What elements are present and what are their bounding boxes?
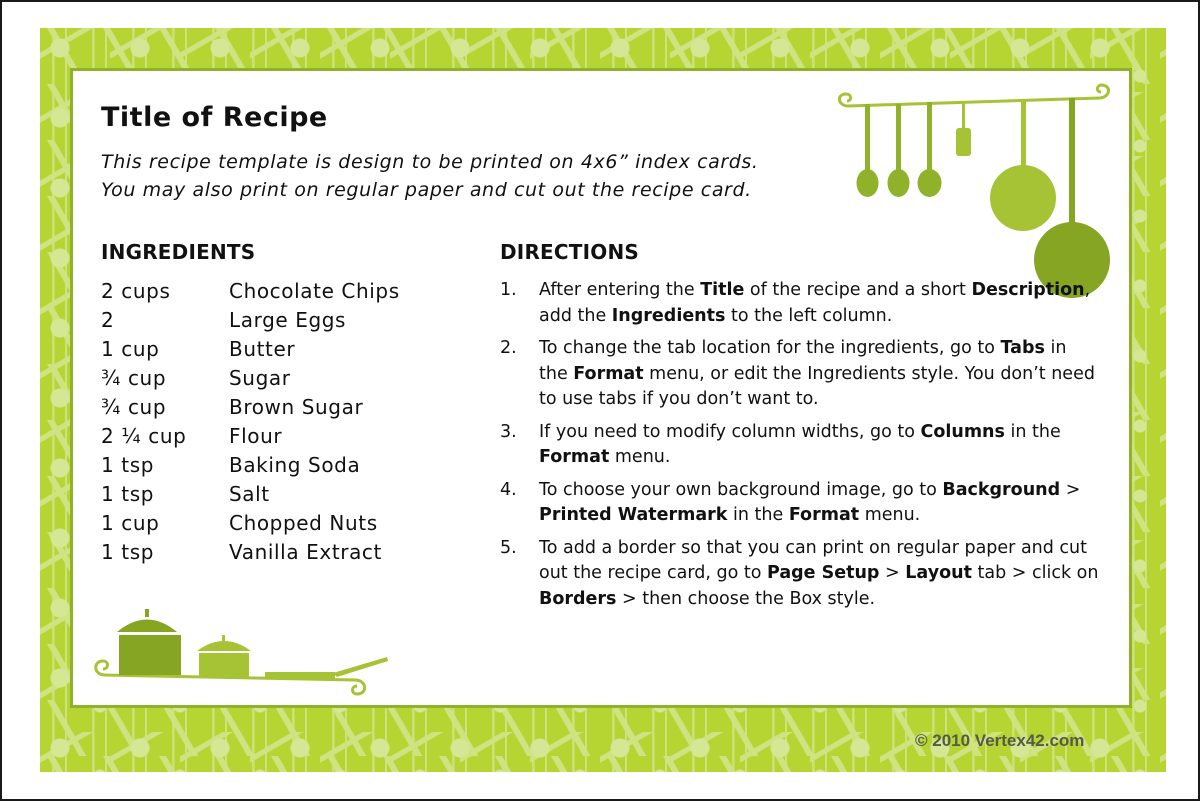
ingredient-name: Brown Sugar	[229, 395, 364, 419]
ingredient-row[interactable]: 1 tsp Salt	[101, 480, 400, 509]
directions-heading: DIRECTIONS	[500, 240, 640, 264]
recipe-title[interactable]: Title of Recipe	[101, 102, 328, 133]
slotted-spoon-icon	[856, 104, 879, 197]
recipe-description[interactable]: This recipe template is design to be pri…	[101, 148, 759, 204]
step-fragment: >	[1060, 479, 1081, 500]
step-fragment: >	[879, 563, 906, 583]
ingredient-quantity: 2	[101, 308, 115, 332]
ingredient-row[interactable]: 2 ¼ cup Flour	[101, 422, 400, 451]
ingredient-quantity: 1 tsp	[101, 453, 155, 477]
ingredient-name: Chocolate Chips	[229, 279, 400, 303]
step-text: To choose your own background image, go …	[539, 478, 1100, 529]
ingredient-name: Chopped Nuts	[229, 511, 378, 535]
step-fragment: If you need to modify column widths, go …	[539, 421, 921, 442]
skimmer-icon	[887, 104, 910, 197]
ingredient-quantity: 1 tsp	[101, 540, 155, 564]
small-pot-icon	[197, 635, 251, 677]
large-pot-icon	[117, 609, 181, 675]
direction-step[interactable]: 1. After entering the Title of the recipe…	[500, 278, 1100, 329]
small-pan-icon	[990, 100, 1056, 231]
ingredient-quantity: 1 tsp	[101, 482, 155, 506]
direction-step[interactable]: 2. To change the tab location for the ing…	[500, 336, 1100, 413]
ingredient-row[interactable]: 1 tsp Baking Soda	[101, 451, 400, 480]
step-emphasis: Format	[573, 363, 644, 384]
direction-step[interactable]: 4. To choose your own background image, g…	[500, 478, 1100, 529]
step-emphasis: Columns	[920, 421, 1005, 442]
description-line: You may also print on regular paper and …	[101, 179, 752, 201]
step-emphasis: Page Setup	[766, 563, 880, 583]
description-line: This recipe template is design to be pri…	[101, 151, 759, 173]
ladle-icon	[917, 102, 942, 197]
utensil-rack-icon	[838, 83, 1110, 108]
step-number: 2.	[500, 338, 517, 358]
hanging-utensils-illustration	[838, 83, 1110, 298]
step-fragment: to the left column.	[725, 305, 893, 326]
ingredient-row[interactable]: 1 tsp Vanilla Extract	[101, 538, 400, 567]
step-fragment: After entering the	[539, 280, 701, 300]
step-emphasis: Format	[539, 447, 610, 467]
directions-list: 1. After entering the Title of the recipe…	[500, 278, 1100, 619]
step-emphasis: Format	[788, 505, 860, 525]
ingredient-name: Salt	[229, 482, 270, 506]
ingredient-row[interactable]: 1 cup Chopped Nuts	[101, 509, 400, 538]
step-emphasis: Tabs	[1000, 338, 1045, 358]
ingredient-quantity: 1 cup	[101, 337, 160, 361]
ingredients-heading: INGREDIENTS	[101, 240, 256, 264]
step-emphasis: Title	[700, 280, 745, 300]
step-fragment: To choose your own background image, go …	[539, 479, 943, 500]
ingredient-row[interactable]: ¾ cup Sugar	[101, 364, 400, 393]
ingredient-quantity: ¾ cup	[101, 366, 167, 390]
frying-pan-icon	[265, 657, 388, 679]
pots-and-pan-illustration	[94, 609, 388, 696]
ingredient-quantity: 2 ¼ cup	[101, 424, 187, 448]
step-fragment: tab > click on	[971, 563, 1099, 583]
ingredient-quantity: 1 cup	[101, 511, 160, 535]
step-fragment: menu.	[609, 447, 671, 467]
ingredient-row[interactable]: 1 cup Butter	[101, 335, 400, 364]
step-number: 1.	[500, 280, 517, 300]
step-fragment: To change the tab location for the ingre…	[539, 338, 1001, 358]
ingredient-row[interactable]: 2 cups Chocolate Chips	[101, 277, 400, 306]
ingredient-name: Baking Soda	[229, 453, 361, 477]
step-text: If you need to modify column widths, go …	[539, 420, 1100, 471]
step-text: To change the tab location for the ingre…	[539, 336, 1100, 413]
ingredient-quantity: ¾ cup	[101, 395, 167, 419]
ingredient-name: Sugar	[229, 366, 291, 390]
copyright-text: © 2010 Vertex42.com	[915, 731, 1085, 750]
spatula-icon	[956, 102, 971, 156]
step-emphasis: Background	[942, 479, 1061, 500]
step-emphasis: Description	[971, 280, 1085, 300]
ingredient-name: Flour	[229, 424, 283, 448]
ingredient-name: Butter	[229, 337, 296, 361]
direction-step[interactable]: 5. To add a border so that you can print …	[500, 536, 1100, 613]
ingredients-list: 2 cups Chocolate Chips 2 Large Eggs 1 cup But…	[101, 277, 400, 567]
step-text: To add a border so that you can print on…	[539, 536, 1100, 613]
step-emphasis: Ingredients	[611, 305, 726, 326]
step-number: 5.	[500, 537, 517, 558]
direction-step[interactable]: 3. If you need to modify column widths, g…	[500, 420, 1100, 471]
ingredient-name: Vanilla Extract	[229, 540, 382, 564]
ingredient-row[interactable]: 2 Large Eggs	[101, 306, 400, 335]
ingredient-row[interactable]: ¾ cup Brown Sugar	[101, 393, 400, 422]
ingredient-quantity: 2 cups	[101, 279, 171, 303]
step-fragment: of the recipe and a short	[744, 280, 972, 300]
step-number: 4.	[500, 479, 517, 500]
step-text: After entering the Title of the recipe a…	[539, 278, 1100, 329]
step-emphasis: Printed Watermark	[539, 505, 728, 525]
ingredient-name: Large Eggs	[229, 308, 347, 332]
step-emphasis: Layout	[905, 563, 972, 583]
step-fragment: menu.	[859, 505, 921, 525]
step-fragment: in the	[727, 505, 789, 525]
step-emphasis: Borders	[539, 588, 617, 609]
step-fragment: > then choose the Box style.	[616, 588, 876, 609]
step-number: 3.	[500, 421, 517, 442]
step-fragment: in the	[1004, 421, 1061, 442]
